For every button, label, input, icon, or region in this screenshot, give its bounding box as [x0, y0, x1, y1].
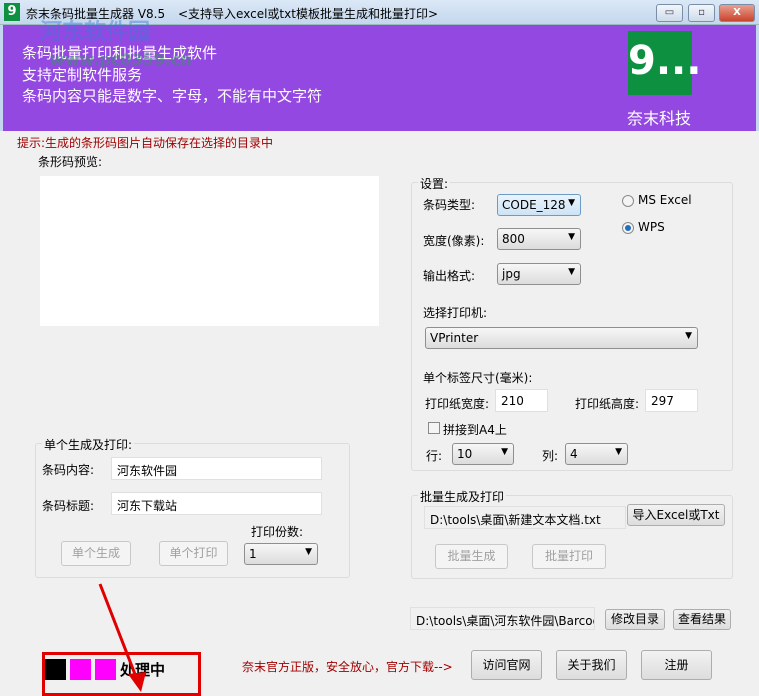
promo-text: 奈末官方正版，安全放心，官方下载--> — [242, 660, 453, 674]
register-button[interactable]: 注册 — [641, 650, 712, 680]
red-arrow-annotation — [98, 583, 146, 692]
about-us-button[interactable]: 关于我们 — [556, 650, 627, 680]
visit-website-button[interactable]: 访问官网 — [471, 650, 542, 680]
